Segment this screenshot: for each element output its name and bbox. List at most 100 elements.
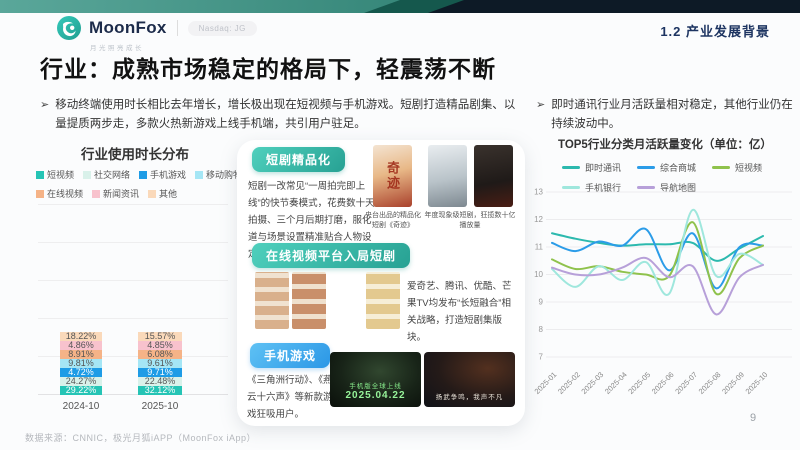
y-axis-tick: 10 bbox=[534, 270, 543, 279]
badge-online-video: 在线视频平台入局短剧 bbox=[252, 243, 410, 268]
mobile-game-text: 《三角洲行动》、《燕云十六声》等新款游戏狂吸用户。 bbox=[247, 372, 333, 423]
drama-poster-2 bbox=[428, 145, 467, 207]
legend-item: 手机游戏 bbox=[139, 168, 186, 181]
bar-segment-短视频: 32.12% bbox=[138, 386, 182, 395]
x-axis-tick: 2025-09 bbox=[720, 370, 746, 396]
y-axis-tick: 11 bbox=[535, 243, 544, 252]
bar-segment-短视频: 29.22% bbox=[60, 386, 102, 395]
line-legend-row: 即时通讯 综合商城 短视频 bbox=[562, 161, 762, 174]
bullet-arrow-icon: ➢ bbox=[40, 96, 49, 134]
legend-swatch bbox=[36, 190, 44, 198]
stacked-bar: 32.12%22.48%9.71%9.61%6.08%4.85%15.57% bbox=[138, 332, 182, 395]
bar-segment-value: 32.12% bbox=[145, 386, 176, 395]
badge-mobile-game: 手机游戏 bbox=[250, 343, 330, 368]
legend-item: 其他 bbox=[148, 187, 177, 200]
bar-gridline bbox=[38, 242, 228, 243]
bar-x-label: 2025-10 bbox=[128, 401, 192, 412]
x-axis-tick: 2025-02 bbox=[556, 370, 582, 396]
logo-divider bbox=[177, 20, 178, 36]
banner2-tagline: 扬武争鸣，我声不凡 bbox=[436, 391, 504, 401]
y-axis-tick: 8 bbox=[539, 325, 544, 334]
y-axis-tick: 7 bbox=[539, 353, 544, 362]
legend-item: 即时通讯 bbox=[562, 161, 621, 174]
legend-swatch bbox=[139, 171, 147, 179]
banner1-date: 2025.04.22 bbox=[345, 390, 405, 401]
bar-legend-row: 在线视频 新闻资讯 其他 bbox=[36, 187, 236, 200]
line-chart-title: TOP5行业分类月活跃量变化（单位：亿） bbox=[558, 136, 772, 152]
legend-label: 短视频 bbox=[47, 168, 74, 181]
legend-swatch bbox=[36, 171, 44, 179]
legend-swatch bbox=[83, 171, 91, 179]
y-axis-tick: 13 bbox=[534, 188, 543, 197]
bar-chart-plot: 29.22%24.27%4.72%9.81%8.91%4.86%18.22% 32… bbox=[38, 205, 228, 395]
legend-label: 短视频 bbox=[735, 161, 762, 174]
line-series-导航地图 bbox=[552, 258, 763, 315]
legend-label: 手机游戏 bbox=[150, 168, 186, 181]
drama-poster-qiji: 奇迹 bbox=[373, 145, 412, 207]
stacked-bar: 29.22%24.27%4.72%9.81%8.91%4.86%18.22% bbox=[60, 332, 102, 395]
line-chart-plot: 131211109872025-012025-022025-032025-042… bbox=[530, 185, 796, 397]
nasdaq-ticker-badge: Nasdaq: JG bbox=[188, 21, 257, 36]
bar-gridline bbox=[38, 280, 228, 281]
bullet-right-text: 即时通讯行业月活跃量相对稳定，其他行业仍在持续波动中。 bbox=[551, 96, 794, 134]
bar-legend-row: 短视频社交网络手机游戏移动购物 bbox=[36, 168, 236, 181]
app-screenshot-mgtv bbox=[366, 272, 400, 329]
moonfox-logo: MoonFox Nasdaq: JG bbox=[56, 15, 257, 41]
game-banner-yanyun: 扬武争鸣，我声不凡 bbox=[424, 352, 515, 407]
x-axis-tick: 2025-08 bbox=[697, 370, 723, 396]
legend-label: 即时通讯 bbox=[585, 161, 621, 174]
x-axis-tick: 2025-10 bbox=[744, 370, 770, 396]
poster-title: 奇迹 bbox=[383, 161, 402, 191]
bullet-right: ➢ 即时通讯行业月活跃量相对稳定，其他行业仍在持续波动中。 bbox=[536, 96, 794, 134]
bar-x-label: 2024-10 bbox=[50, 401, 112, 412]
bullet-arrow-icon: ➢ bbox=[536, 96, 545, 134]
x-axis-tick: 2025-07 bbox=[673, 370, 699, 396]
bar-gridline bbox=[38, 318, 228, 319]
x-axis-tick: 2025-03 bbox=[579, 370, 605, 396]
poster-caption-2: 年度现象级短剧，狂揽数十亿播放量 bbox=[423, 211, 517, 231]
legend-item: 短视频 bbox=[712, 161, 762, 174]
app-screenshot-tencent bbox=[292, 272, 326, 329]
drama-poster-3 bbox=[474, 145, 513, 207]
y-axis-tick: 9 bbox=[539, 298, 544, 307]
app-screenshot-youku bbox=[329, 272, 363, 329]
x-axis-tick: 2025-01 bbox=[533, 370, 559, 396]
game-banner-delta-force: 手机版全球上线 2025.04.22 bbox=[330, 352, 421, 407]
legend-item: 综合商城 bbox=[637, 161, 696, 174]
online-video-text: 爱奇艺、腾讯、优酷、芒果TV均发布“长短融合”相关战略，打造短剧集版块。 bbox=[407, 278, 513, 346]
legend-item: 在线视频 bbox=[36, 187, 83, 200]
bullet-left-text: 移动终端使用时长相比去年增长，增长极出现在短视频与手机游戏。短剧打造精品剧集、以… bbox=[55, 96, 520, 134]
legend-item: 新闻资讯 bbox=[92, 187, 139, 200]
x-axis-tick: 2025-04 bbox=[603, 370, 629, 396]
legend-line-swatch bbox=[637, 166, 655, 169]
app-screenshot-strip bbox=[255, 272, 400, 329]
badge-short-drama: 短剧精品化 bbox=[252, 147, 345, 172]
bar-segment-value: 29.22% bbox=[66, 386, 97, 395]
legend-line-swatch bbox=[712, 166, 730, 169]
legend-swatch bbox=[92, 190, 100, 198]
banner1-tagline: 手机版全球上线 bbox=[349, 380, 402, 390]
highlight-card: 短剧精品化 短剧一改常见“一周拍完即上线”的快节奏模式，花费数十天拍摄、三个月后… bbox=[237, 140, 525, 426]
x-axis-tick: 2025-05 bbox=[626, 370, 652, 396]
bar-chart-legend: 短视频社交网络手机游戏移动购物在线视频新闻资讯其他 bbox=[36, 168, 236, 206]
logo-wordmark: MoonFox bbox=[89, 18, 167, 38]
x-axis-tick: 2025-06 bbox=[650, 370, 676, 396]
legend-label: 新闻资讯 bbox=[103, 187, 139, 200]
legend-item: 移动购物 bbox=[195, 168, 242, 181]
legend-label: 在线视频 bbox=[47, 187, 83, 200]
moonfox-fox-icon bbox=[56, 15, 82, 41]
legend-item: 社交网络 bbox=[83, 168, 130, 181]
y-axis-tick: 12 bbox=[534, 215, 543, 224]
slide: MoonFox Nasdaq: JG 月光照亮成长 1.2 产业发展背景 行业：… bbox=[0, 0, 800, 450]
bar-gridline bbox=[38, 204, 228, 205]
poster-caption-1: 央台出品的精品化短剧《奇迹》 bbox=[365, 211, 421, 231]
section-breadcrumb: 1.2 产业发展背景 bbox=[660, 21, 770, 40]
top-decor-band bbox=[0, 0, 800, 13]
page-number: 9 bbox=[750, 412, 756, 424]
legend-label: 其他 bbox=[159, 187, 177, 200]
page-title: 行业：成熟市场稳定的格局下，轻震荡不断 bbox=[40, 50, 496, 84]
bar-chart-title: 行业使用时长分布 bbox=[50, 143, 220, 163]
data-source-note: 数据来源：CNNIC，极光月狐iAPP（MoonFox iApp） bbox=[25, 431, 256, 444]
legend-label: 综合商城 bbox=[660, 161, 696, 174]
legend-line-swatch bbox=[562, 166, 580, 169]
